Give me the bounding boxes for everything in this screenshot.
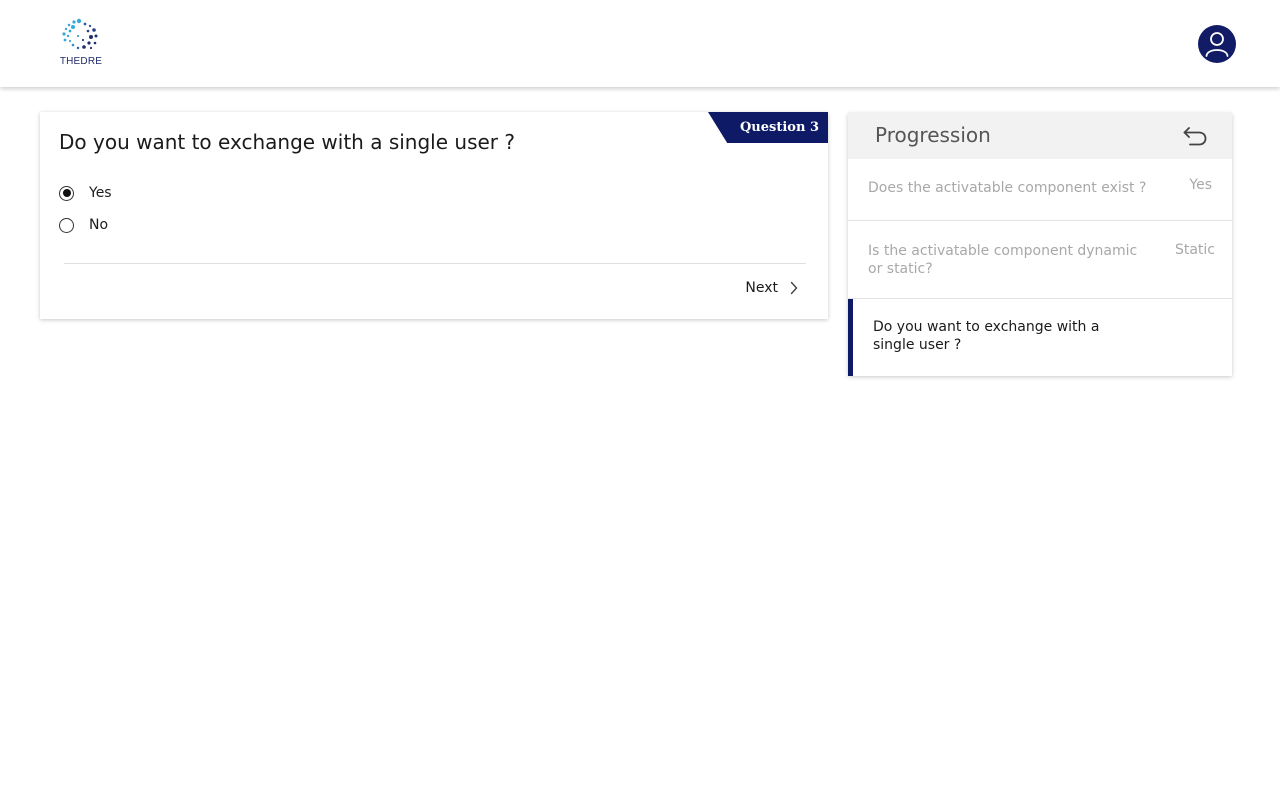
progression-header: Progression (848, 113, 1232, 159)
radio-yes[interactable] (59, 185, 74, 201)
progression-title: Progression (875, 123, 991, 147)
option-yes[interactable]: Yes (59, 185, 112, 201)
progression-item[interactable]: Does the activatable component exist ? Y… (848, 159, 1232, 221)
divider (64, 263, 806, 264)
progression-panel: Progression Does the activatable compone… (848, 113, 1232, 376)
user-avatar-button[interactable] (1198, 25, 1236, 63)
user-icon (1205, 32, 1229, 57)
next-label: Next (745, 280, 778, 296)
option-label: Yes (89, 185, 112, 201)
progression-question: Is the activatable component dynamic or … (868, 243, 1138, 277)
radio-no[interactable] (59, 217, 74, 233)
active-indicator (848, 299, 853, 376)
progression-question: Does the activatable component exist ? (868, 180, 1147, 196)
option-no[interactable]: No (59, 217, 108, 233)
progression-question: Do you want to exchange with a single us… (873, 319, 1100, 353)
progression-answer: Static (1174, 242, 1215, 258)
progression-answer: Yes (1189, 177, 1212, 193)
question-title: Do you want to exchange with a single us… (59, 130, 515, 154)
next-button[interactable]: Next (745, 280, 798, 296)
logo-text: THEDRE (59, 56, 103, 67)
progression-item-current[interactable]: Do you want to exchange with a single us… (848, 299, 1232, 376)
chevron-right-icon (790, 281, 798, 295)
option-label: No (89, 217, 109, 233)
undo-arrow-icon[interactable] (1182, 125, 1208, 147)
top-bar: THEDRE (0, 0, 1280, 87)
question-card: Question 3 Do you want to exchange with … (40, 112, 828, 319)
logo-dots-icon (62, 18, 98, 50)
thedre-logo[interactable]: THEDRE (58, 18, 104, 70)
question-number-badge: Question 3 (708, 112, 828, 143)
progression-item[interactable]: Is the activatable component dynamic or … (848, 221, 1232, 299)
